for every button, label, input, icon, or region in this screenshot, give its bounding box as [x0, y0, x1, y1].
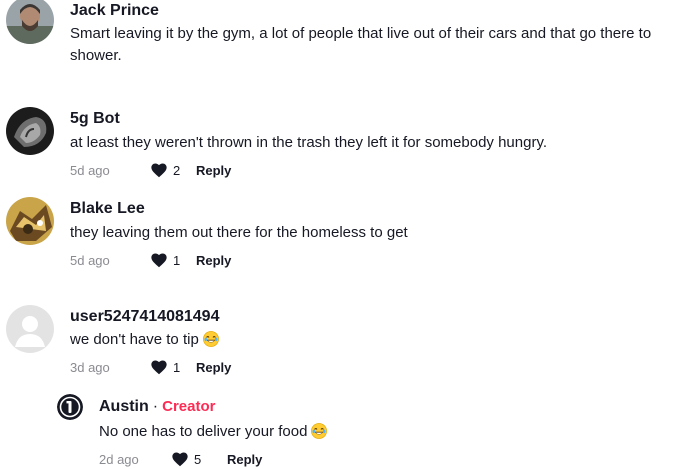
- comment-meta: 5d ago 2 Reply: [70, 160, 231, 180]
- comment-meta: 2d ago 5 Reply: [99, 449, 262, 469]
- separator: ·: [152, 398, 159, 415]
- comment-date: 2d ago: [99, 451, 139, 467]
- heart-icon: [172, 452, 188, 467]
- avatar[interactable]: [6, 305, 54, 353]
- heart-icon: [151, 253, 167, 268]
- laughing-emoji-icon: [202, 331, 219, 347]
- comment-text: at least they weren't thrown in the tras…: [70, 134, 547, 151]
- default-avatar-icon: [6, 305, 54, 353]
- comment-date: 5d ago: [70, 252, 110, 268]
- username-line: Austin · Creator: [99, 397, 215, 417]
- reply-button[interactable]: Reply: [196, 360, 231, 375]
- laughing-emoji-icon: [311, 423, 328, 439]
- username[interactable]: Austin: [99, 398, 149, 415]
- comment-text: we don't have to tip: [70, 329, 695, 351]
- like-count: 1: [173, 252, 181, 268]
- like-count: 2: [173, 162, 181, 178]
- avatar[interactable]: [6, 107, 54, 155]
- comment-text: Smart leaving it by the gym, a lot of pe…: [70, 25, 652, 64]
- username[interactable]: Jack Prince: [70, 1, 159, 21]
- comment-text: they leaving them out there for the home…: [70, 224, 408, 241]
- username[interactable]: user5247414081494: [70, 307, 219, 327]
- comment-text: No one has to deliver your food: [99, 421, 689, 443]
- username[interactable]: Blake Lee: [70, 199, 145, 219]
- reply-austin: Austin · Creator No one has to deliver you…: [0, 390, 700, 469]
- comment-meta: 5d ago 1 Reply: [70, 250, 231, 270]
- avatar[interactable]: [6, 197, 54, 245]
- like-button[interactable]: 2: [150, 162, 196, 178]
- like-button[interactable]: 5: [171, 451, 227, 467]
- like-button[interactable]: 1: [150, 359, 196, 375]
- avatar[interactable]: [57, 394, 83, 420]
- reply-button[interactable]: Reply: [196, 253, 231, 268]
- comment-user5247414081494: user5247414081494 we don't have to tip 3…: [0, 297, 700, 382]
- comment-text-content: we don't have to tip: [70, 331, 199, 348]
- like-count: 1: [173, 359, 181, 375]
- reply-button[interactable]: Reply: [196, 163, 231, 178]
- comment-meta: 3d ago 1 Reply: [70, 357, 231, 377]
- comment-text-content: No one has to deliver your food: [99, 423, 308, 440]
- comment-5g-bot: 5g Bot at least they weren't thrown in t…: [0, 100, 700, 185]
- comment-blake-lee: Blake Lee they leaving them out there fo…: [0, 190, 700, 275]
- reply-button[interactable]: Reply: [227, 452, 262, 467]
- heart-icon: [151, 360, 167, 375]
- heart-icon: [151, 163, 167, 178]
- creator-badge: Creator: [162, 398, 216, 415]
- username[interactable]: 5g Bot: [70, 109, 120, 129]
- comment-date: 5d ago: [70, 162, 110, 178]
- comment-date: 3d ago: [70, 359, 110, 375]
- like-count: 5: [194, 451, 202, 467]
- comment-jack-prince: Jack Prince Smart leaving it by the gym,…: [0, 0, 700, 80]
- avatar[interactable]: [6, 0, 54, 44]
- like-button[interactable]: 1: [150, 252, 196, 268]
